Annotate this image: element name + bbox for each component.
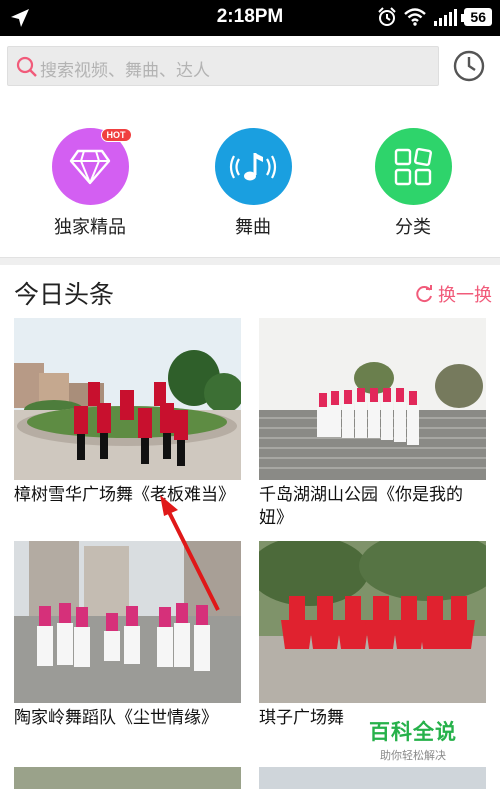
watermark-sub: 助你轻松解决 bbox=[380, 749, 446, 762]
watermark-main: 百科全说 bbox=[369, 720, 457, 744]
annotation-arrow bbox=[160, 495, 220, 611]
watermark-logo: 百科全说 助你轻松解决 bbox=[358, 716, 468, 763]
